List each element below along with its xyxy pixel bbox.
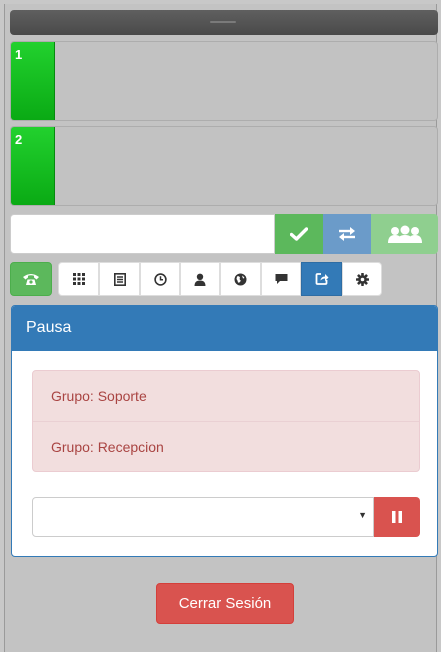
call-button[interactable] [275, 214, 323, 254]
tab-chat[interactable] [261, 262, 301, 296]
group-item: Grupo: Recepcion [33, 421, 419, 471]
panel-title: Pausa [12, 306, 437, 351]
globe-icon [234, 273, 247, 285]
line-number: 1 [11, 42, 55, 120]
conference-button[interactable] [371, 214, 438, 254]
conference-icon [387, 225, 422, 243]
pause-icon [392, 511, 402, 523]
tab-user[interactable] [180, 262, 220, 296]
pause-button[interactable] [374, 497, 420, 537]
dial-row [10, 214, 438, 254]
caret-down-icon: ▼ [358, 510, 367, 520]
tab-phone[interactable] [10, 262, 52, 296]
line-2[interactable]: 2 [10, 126, 438, 206]
clock-icon [153, 272, 167, 286]
tab-share[interactable] [301, 262, 342, 296]
group-item: Grupo: Soporte [51, 388, 147, 404]
pause-panel: Pausa Grupo: Soporte Grupo: Recepcion ▼ [11, 305, 438, 557]
pause-reason-select[interactable]: ▼ [32, 497, 374, 537]
tab-settings[interactable] [342, 262, 382, 296]
chat-icon [275, 274, 287, 284]
transfer-icon [339, 227, 355, 241]
phone-icon [23, 274, 39, 285]
gear-icon [355, 272, 369, 286]
tab-keypad[interactable] [58, 262, 99, 296]
top-bar[interactable] [10, 10, 438, 35]
list-icon [113, 272, 126, 286]
grip-handle[interactable] [210, 21, 236, 23]
dial-input[interactable] [10, 214, 275, 254]
tab-clock[interactable] [140, 262, 180, 296]
share-icon [315, 273, 328, 285]
check-icon [290, 227, 308, 241]
logout-button[interactable]: Cerrar Sesión [156, 583, 294, 624]
tab-list[interactable] [99, 262, 140, 296]
line-number: 2 [11, 127, 55, 205]
tab-globe[interactable] [220, 262, 261, 296]
user-icon [194, 273, 206, 286]
groups-alert: Grupo: Soporte Grupo: Recepcion [32, 370, 420, 472]
transfer-button[interactable] [323, 214, 371, 254]
keypad-icon [72, 273, 85, 285]
line-1[interactable]: 1 [10, 41, 438, 121]
